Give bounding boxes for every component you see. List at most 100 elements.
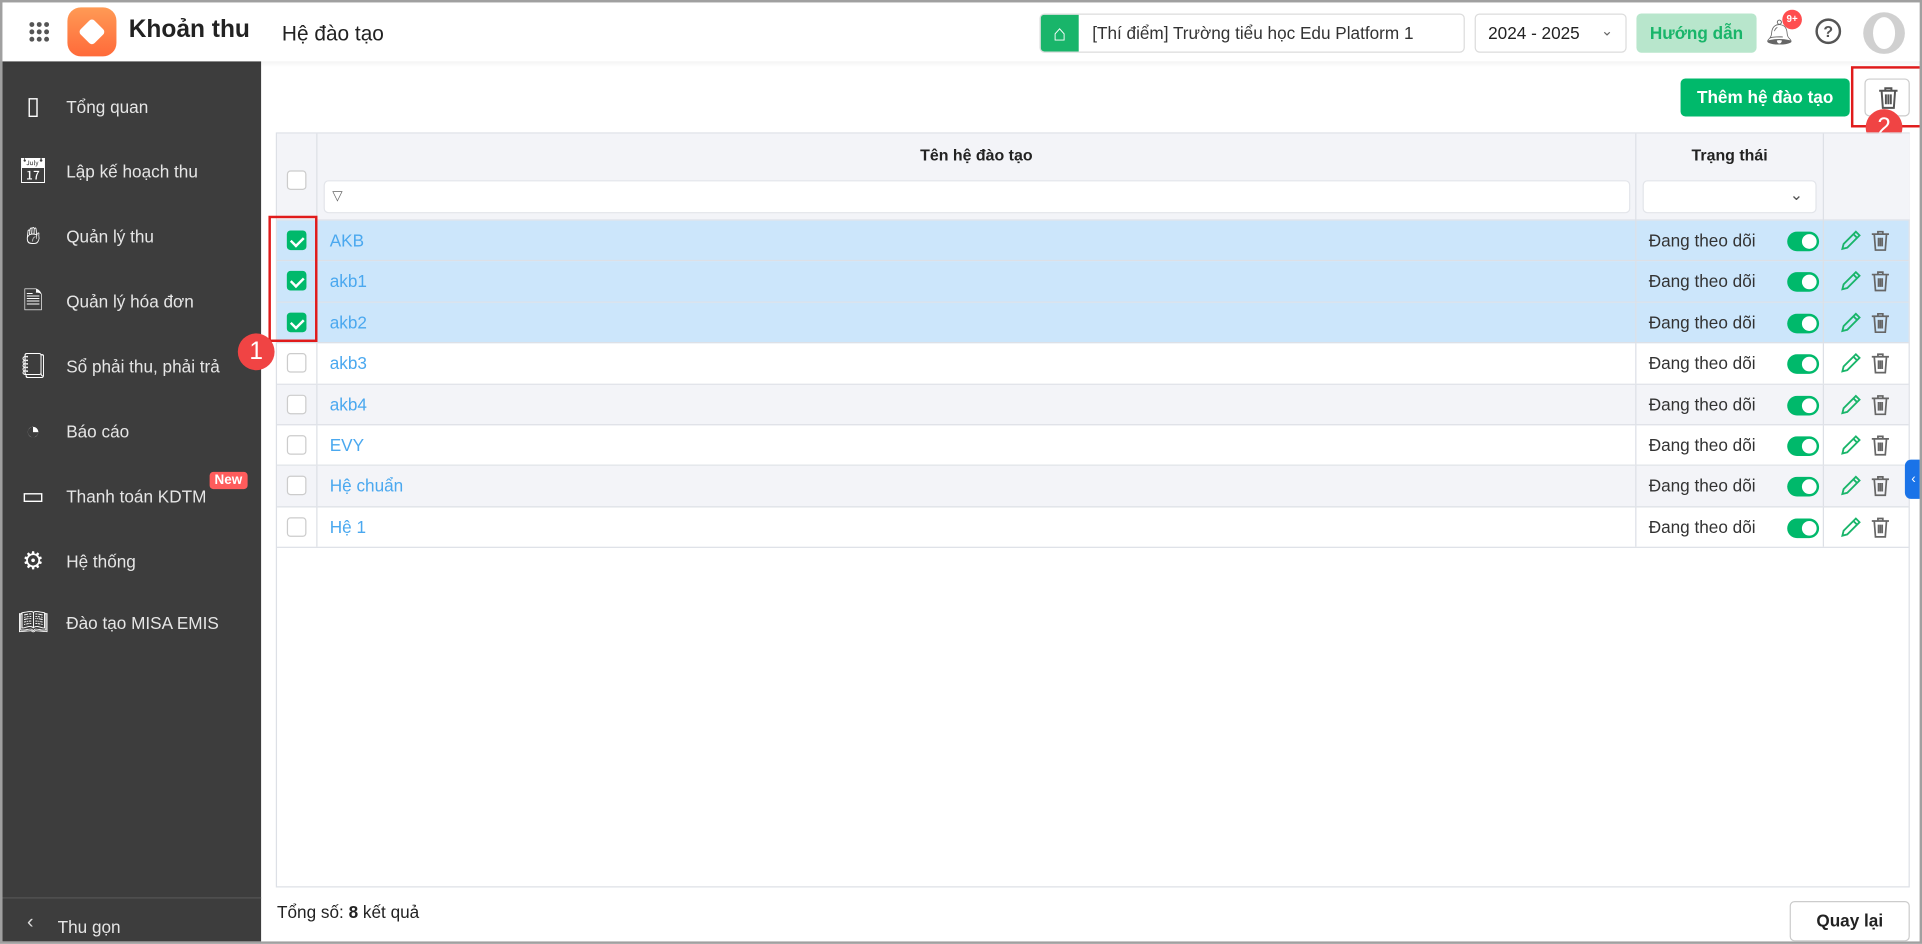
edit-pencil-icon[interactable] xyxy=(1839,269,1864,294)
top-header: Khoản thu Hệ đào tạo ⌂ [Thí điểm] Trường… xyxy=(2,2,1920,62)
sidebar-item-label: Hệ thống xyxy=(66,551,136,572)
app-grid-icon[interactable] xyxy=(29,22,50,42)
checkbox-cell xyxy=(277,384,318,425)
status-toggle[interactable] xyxy=(1787,436,1820,456)
row-checkbox[interactable] xyxy=(286,517,307,537)
sidebar-item-8[interactable]: 📖︎ Đào tạo MISA EMIS xyxy=(2,598,261,647)
checkbox-cell xyxy=(277,425,318,466)
status-text: Đang theo dõi xyxy=(1648,476,1756,496)
year-select[interactable]: 2024 - 2025 ⌄ xyxy=(1474,13,1627,53)
sidebar-item-6[interactable]: ▭ Thanh toán KDTM New xyxy=(2,471,261,521)
app-window: Khoản thu Hệ đào tạo ⌂ [Thí điểm] Trường… xyxy=(0,0,1922,944)
sidebar-item-5[interactable]: ◔ Báo cáo xyxy=(2,407,261,456)
status-toggle[interactable] xyxy=(1787,231,1820,252)
sidebar-item-4[interactable]: 📒︎ Sổ phải thu, phải trả xyxy=(2,342,261,391)
help-icon[interactable]: ? xyxy=(1815,18,1842,45)
status-text: Đang theo dõi xyxy=(1648,394,1756,414)
delete-trash-icon[interactable] xyxy=(1869,515,1891,540)
status-toggle[interactable] xyxy=(1787,313,1820,334)
table-row[interactable]: AKB Đang theo dõi xyxy=(277,220,1909,262)
delete-trash-icon[interactable] xyxy=(1869,310,1891,335)
table-row[interactable]: Hệ 1 Đang theo dõi xyxy=(277,507,1909,549)
training-system-name-link[interactable]: Hệ 1 xyxy=(330,517,366,537)
row-checkbox[interactable] xyxy=(286,435,307,455)
pie-chart-icon: ◔ xyxy=(25,417,41,445)
status-toggle[interactable] xyxy=(1787,272,1820,293)
total-prefix: Tổng số: xyxy=(277,902,349,922)
chevron-down-icon: ⌄ xyxy=(1600,22,1614,40)
row-checkbox[interactable] xyxy=(286,353,307,373)
app-name: Khoản thu xyxy=(128,15,250,43)
guide-button[interactable]: Hướng dẫn xyxy=(1636,13,1757,53)
status-filter-select[interactable]: ⌄ xyxy=(1642,180,1817,214)
avatar[interactable] xyxy=(1863,12,1905,54)
edit-pencil-icon[interactable] xyxy=(1839,228,1864,253)
edit-pencil-icon[interactable] xyxy=(1839,433,1864,458)
table-row[interactable]: Hệ chuẩn Đang theo dõi xyxy=(277,466,1909,508)
delete-trash-icon[interactable] xyxy=(1869,433,1891,458)
sidebar-item-label: Thanh toán KDTM xyxy=(66,486,207,507)
delete-trash-icon[interactable] xyxy=(1869,392,1891,417)
name-cell xyxy=(317,466,1637,506)
training-system-name-link[interactable]: akb4 xyxy=(330,394,367,414)
sidebar-item-label: Lập kế hoạch thu xyxy=(66,161,198,182)
name-filter-input[interactable]: ▽ xyxy=(323,180,1631,214)
table-row[interactable]: akb2 Đang theo dõi xyxy=(277,302,1909,344)
name-column-title: Tên hệ đào tạo xyxy=(920,145,1033,165)
school-selector[interactable]: ⌂ [Thí điểm] Trường tiểu học Edu Platfor… xyxy=(1039,13,1465,53)
back-button[interactable]: Quay lại xyxy=(1789,900,1910,942)
year-value: 2024 - 2025 xyxy=(1488,23,1580,43)
training-system-name-link[interactable]: AKB xyxy=(330,230,364,250)
edit-pencil-icon[interactable] xyxy=(1839,515,1864,540)
name-cell xyxy=(317,220,1637,261)
status-toggle[interactable] xyxy=(1787,518,1820,538)
table-row[interactable]: akb1 Đang theo dõi xyxy=(277,261,1909,303)
row-checkbox[interactable] xyxy=(286,476,307,496)
status-toggle[interactable] xyxy=(1787,395,1820,416)
table-row[interactable]: EVY Đang theo dõi xyxy=(277,425,1909,467)
sidebar-item-label: Báo cáo xyxy=(66,421,130,442)
sidebar-item-0[interactable]: ▯ Tổng quan xyxy=(2,82,261,131)
edit-pencil-icon[interactable] xyxy=(1839,351,1864,376)
edit-pencil-icon[interactable] xyxy=(1839,310,1864,335)
annotation-box-1 xyxy=(268,215,318,342)
training-system-name-link[interactable]: akb2 xyxy=(330,312,367,332)
training-system-name-link[interactable]: EVY xyxy=(330,435,364,455)
status-column-title: Trạng thái xyxy=(1691,145,1768,165)
side-panel-toggle[interactable]: ‹ xyxy=(1904,459,1920,499)
sidebar-item-2[interactable]: ✋︎ Quản lý thu xyxy=(2,212,261,261)
status-toggle[interactable] xyxy=(1787,477,1820,497)
delete-trash-icon[interactable] xyxy=(1869,474,1891,499)
book-icon: 📖︎ xyxy=(17,609,49,637)
sidebar-item-1[interactable]: 📅︎ Lập kế hoạch thu xyxy=(2,147,261,196)
chevron-down-icon: ⌄ xyxy=(1789,185,1804,204)
hand-coin-icon: ✋︎ xyxy=(26,223,41,251)
table-row[interactable]: akb3 Đang theo dõi xyxy=(277,343,1909,385)
checkbox-cell xyxy=(277,343,318,384)
select-all-checkbox[interactable] xyxy=(286,170,307,190)
sidebar-item-label: Quản lý hóa đơn xyxy=(66,291,194,312)
collapse-button[interactable]: ‹ Thu gọn xyxy=(2,897,262,941)
training-system-name-link[interactable]: Hệ chuẩn xyxy=(330,476,403,496)
edit-pencil-icon[interactable] xyxy=(1839,474,1864,499)
sidebar-item-label: Đào tạo MISA EMIS xyxy=(66,612,219,633)
school-name: [Thí điểm] Trường tiểu học Edu Platform … xyxy=(1092,23,1414,43)
name-cell xyxy=(317,384,1637,425)
row-checkbox[interactable] xyxy=(286,394,307,414)
sidebar-item-3[interactable]: 🗎 Quản lý hóa đơn xyxy=(2,277,261,326)
edit-pencil-icon[interactable] xyxy=(1839,392,1864,417)
delete-trash-icon[interactable] xyxy=(1869,228,1891,253)
training-system-name-link[interactable]: akb3 xyxy=(330,353,367,373)
total-number: 8 xyxy=(348,902,359,922)
status-text: Đang theo dõi xyxy=(1648,435,1756,455)
sidebar-item-7[interactable]: ⚙ Hệ thống xyxy=(2,537,261,586)
add-training-system-button[interactable]: Thêm hệ đào tạo xyxy=(1680,78,1850,117)
training-system-name-link[interactable]: akb1 xyxy=(330,271,367,291)
delete-trash-icon[interactable] xyxy=(1869,269,1891,294)
status-text: Đang theo dõi xyxy=(1648,312,1756,332)
status-toggle[interactable] xyxy=(1787,354,1820,375)
notification-badge: 9+ xyxy=(1782,9,1802,30)
delete-trash-icon[interactable] xyxy=(1869,351,1891,376)
sidebar-item-label: Sổ phải thu, phải trả xyxy=(66,356,220,377)
table-row[interactable]: akb4 Đang theo dõi xyxy=(277,384,1909,426)
